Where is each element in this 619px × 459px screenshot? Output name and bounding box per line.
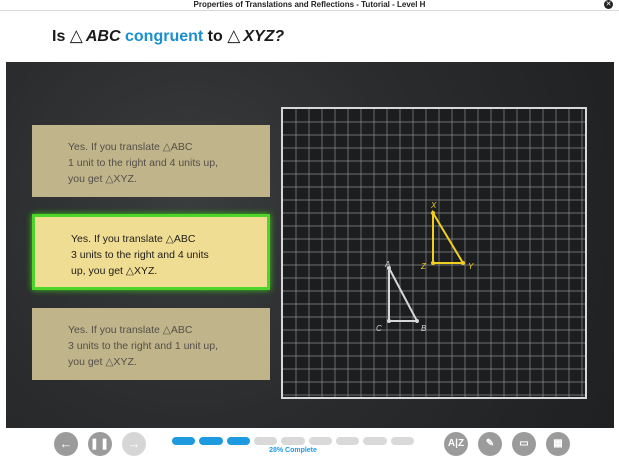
point-y: [461, 261, 465, 265]
window-title: Properties of Translations and Reflectio…: [193, 0, 426, 9]
answer-line: up, you get △XYZ.: [71, 265, 158, 277]
progress-segment: [226, 437, 250, 445]
progress-segment: [172, 437, 196, 445]
question-shape1: ABC: [85, 28, 121, 45]
answer-option-1[interactable]: Yes. If you translate △ABC 1 unit to the…: [32, 125, 270, 197]
pause-icon[interactable]: ❚❚: [88, 432, 112, 456]
point-z: [431, 261, 435, 265]
pencil-icon[interactable]: ✎: [478, 432, 502, 456]
answer-line: 1 unit to the right and 4 units up,: [68, 157, 219, 169]
question-prompt: Is △ ABC congruent to △ XYZ?: [52, 26, 284, 48]
progress-segment: [308, 437, 332, 445]
notepad-icon[interactable]: ▭: [512, 432, 536, 456]
progress-text: 28% Complete: [269, 447, 317, 454]
forward-arrow-icon[interactable]: →: [122, 432, 146, 456]
progress-bar: [172, 437, 414, 445]
question-keyword: congruent: [125, 28, 204, 45]
triangle-xyz: [432, 209, 465, 264]
answer-line: you get △XYZ.: [68, 356, 137, 368]
grid-svg: A B C X Y Z: [283, 109, 585, 397]
label-a: A: [384, 260, 390, 269]
progress-segment: [281, 437, 305, 445]
answer-line: Yes. If you translate △ABC: [68, 324, 193, 336]
coordinate-grid: A B C X Y Z: [281, 107, 587, 399]
label-y: Y: [468, 262, 474, 271]
point-b: [415, 319, 419, 323]
point-c: [387, 319, 391, 323]
glossary-icon[interactable]: A|Z: [444, 432, 468, 456]
answer-line: Yes. If you translate △ABC: [68, 141, 193, 153]
progress-segment: [363, 437, 387, 445]
close-icon[interactable]: ✕: [604, 0, 613, 9]
answer-option-3[interactable]: Yes. If you translate △ABC 3 units to th…: [32, 308, 270, 380]
point-x: [431, 211, 435, 215]
question-shape2: XYZ?: [243, 28, 285, 45]
back-arrow-icon[interactable]: ←: [54, 432, 78, 456]
question-prefix: Is: [52, 28, 66, 45]
progress-segment: [199, 437, 223, 445]
answer-line: 3 units to the right and 1 unit up,: [68, 340, 219, 352]
progress-segment: [336, 437, 360, 445]
answer-line: 3 units to the right and 4 units: [71, 249, 209, 261]
answer-option-2-selected[interactable]: Yes. If you translate △ABC 3 units to th…: [32, 214, 270, 290]
progress-segment: [390, 437, 414, 445]
label-x: X: [430, 201, 437, 210]
triangle-icon: △: [69, 26, 83, 45]
triangle-icon: △: [227, 26, 241, 45]
progress-segment: [254, 437, 278, 445]
title-bar: Properties of Translations and Reflectio…: [0, 0, 619, 11]
answer-line: you get △XYZ.: [68, 173, 137, 185]
question-to: to: [207, 28, 223, 45]
label-b: B: [421, 324, 427, 333]
answer-line: Yes. If you translate △ABC: [71, 233, 196, 245]
calculator-icon[interactable]: ▦: [546, 432, 570, 456]
label-c: C: [376, 324, 382, 333]
